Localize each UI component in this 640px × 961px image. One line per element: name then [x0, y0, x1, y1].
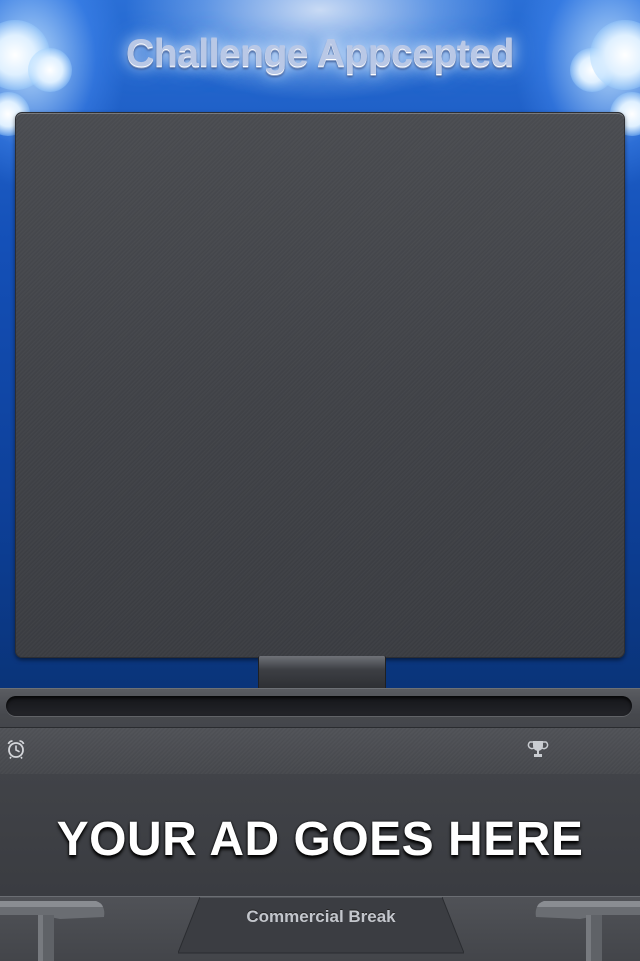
tab-commercial-break[interactable]: Commercial Break [178, 907, 464, 927]
goalpost-right-icon [535, 901, 640, 961]
ad-text: YOUR AD GOES HERE [56, 813, 584, 866]
control-console [0, 688, 640, 775]
info-bar [0, 727, 640, 775]
board-stand [258, 656, 386, 690]
trophy-icon [527, 741, 549, 757]
game-board[interactable] [15, 112, 625, 658]
ad-banner[interactable]: YOUR AD GOES HERE [0, 774, 640, 897]
progress-bar [6, 696, 632, 716]
bottom-bar: Commercial Break [0, 896, 640, 961]
app-title: Challenge Appcepted [126, 32, 514, 75]
goalpost-left-icon [0, 901, 105, 961]
alarm-clock-icon [7, 740, 25, 759]
